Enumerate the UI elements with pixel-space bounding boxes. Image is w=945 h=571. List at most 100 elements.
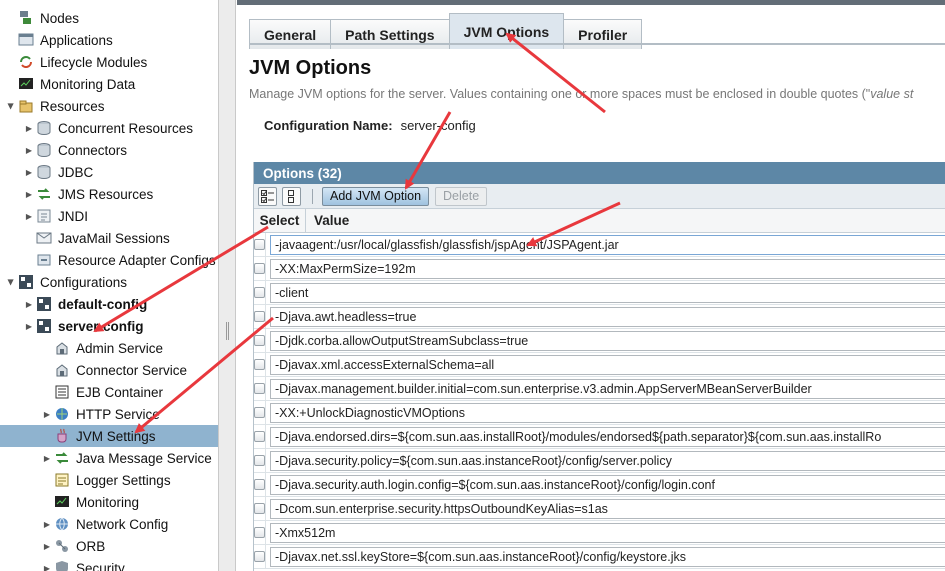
jvm-option-input[interactable]: -Djava.endorsed.dirs=${com.sun.aas.insta… [270,426,945,447]
row-select-checkbox[interactable] [254,383,265,394]
tree-item[interactable]: Admin Service [0,337,218,359]
tree-item-label: Resource Adapter Configs [58,252,216,268]
expand-toggle-icon[interactable]: ▶ [42,542,52,551]
expand-toggle-icon[interactable]: ▶ [7,101,16,111]
tree-item[interactable]: ▶ server-config [0,315,218,337]
row-select-checkbox[interactable] [254,239,265,250]
row-select-checkbox[interactable] [254,263,265,274]
jvm-option-input[interactable]: -javaagent:/usr/local/glassfish/glassfis… [270,234,945,255]
security-icon [54,560,70,571]
tree-item[interactable]: Lifecycle Modules [0,51,218,73]
row-select-checkbox[interactable] [254,335,265,346]
tree-item[interactable]: Logger Settings [0,469,218,491]
row-select-checkbox[interactable] [254,311,265,322]
expand-toggle-icon[interactable]: ▶ [42,520,52,529]
splitter-handle[interactable] [218,0,236,571]
tree-item-label: Nodes [40,10,80,26]
tree-item-label: JNDI [58,208,88,224]
expand-toggle-icon[interactable]: ▶ [24,124,34,133]
row-select-checkbox[interactable] [254,479,265,490]
tree-item[interactable]: ▶ default-config [0,293,218,315]
jvm-icon [54,428,70,444]
row-select-checkbox[interactable] [254,407,265,418]
tree-item[interactable]: ▶ Resources [0,95,218,117]
jvm-option-input[interactable]: -XX:+UnlockDiagnosticVMOptions [270,402,945,423]
tree-item[interactable]: Nodes [0,7,218,29]
expand-toggle-icon[interactable]: ▶ [24,190,34,199]
expand-toggle-icon[interactable]: ▶ [42,564,52,571]
monitoring-icon [54,494,70,510]
table-row: -XX:+UnlockDiagnosticVMOptions [254,401,945,425]
tree-item[interactable]: JVM Settings [0,425,218,447]
tree-item[interactable]: ▶ Security [0,557,218,571]
deselect-all-button[interactable] [282,186,301,206]
tree-item[interactable]: Applications [0,29,218,51]
tree-item[interactable]: Monitoring Data [0,73,218,95]
delete-button[interactable]: Delete [435,186,488,206]
tree-item[interactable]: EJB Container [0,381,218,403]
database-icon [36,120,52,136]
jvm-option-input[interactable]: -Djavax.xml.accessExternalSchema=all [270,354,945,375]
tree-item[interactable]: Monitoring [0,491,218,513]
value-cell: -javaagent:/usr/local/glassfish/glassfis… [266,233,945,256]
expand-toggle-icon[interactable]: ▶ [24,168,34,177]
select-column-header[interactable]: Select [254,209,306,232]
add-jvm-option-button[interactable]: Add JVM Option [322,186,430,206]
row-select-checkbox[interactable] [254,551,265,562]
jvm-option-input[interactable]: -Djavax.net.ssl.keyStore=${com.sun.aas.i… [270,546,945,567]
row-select-checkbox[interactable] [254,431,265,442]
select-all-button[interactable] [258,186,277,206]
table-title: Options (32) [254,162,945,184]
jvm-option-input[interactable]: -Djava.security.auth.login.config=${com.… [270,474,945,495]
navigation-tree: Nodes Applications Lifecycle Modules Monito… [0,0,218,571]
jvm-option-input[interactable]: -client [270,282,945,303]
jvm-option-input[interactable]: -Xmx512m [270,522,945,543]
splitter-grip[interactable] [226,322,229,340]
jvm-option-input[interactable]: -Djava.awt.headless=true [270,306,945,327]
tree-item-label: Concurrent Resources [58,120,194,136]
tree-item[interactable]: ▶ Concurrent Resources [0,117,218,139]
expand-toggle-icon[interactable]: ▶ [24,146,34,155]
expand-toggle-icon[interactable]: ▶ [24,300,34,309]
row-select-checkbox[interactable] [254,527,265,538]
jvm-option-input[interactable]: -Djdk.corba.allowOutputStreamSubclass=tr… [270,330,945,351]
tree-item[interactable]: Connector Service [0,359,218,381]
logger-icon [54,472,70,488]
expand-toggle-icon[interactable]: ▶ [42,454,52,463]
table-row: -Djavax.xml.accessExternalSchema=all [254,353,945,377]
tree-item[interactable]: ▶ Network Config [0,513,218,535]
jvm-option-input[interactable]: -Dcom.sun.enterprise.security.httpsOutbo… [270,498,945,519]
tree-item[interactable]: ▶ ORB [0,535,218,557]
tree-item[interactable]: ▶ JNDI [0,205,218,227]
expand-toggle-icon[interactable]: ▶ [7,277,16,287]
tree-item[interactable]: JavaMail Sessions [0,227,218,249]
tree-item[interactable]: ▶ Connectors [0,139,218,161]
database-icon [36,164,52,180]
expand-toggle-icon[interactable]: ▶ [24,212,34,221]
jvm-option-input[interactable]: -XX:MaxPermSize=192m [270,258,945,279]
table-row: -Djava.awt.headless=true [254,305,945,329]
value-column-header[interactable]: Value [306,209,945,232]
page-title: JVM Options [249,57,372,79]
table-row: -Djava.endorsed.dirs=${com.sun.aas.insta… [254,425,945,449]
expand-toggle-icon[interactable]: ▶ [24,322,34,331]
tree-item[interactable]: Resource Adapter Configs [0,249,218,271]
mail-icon [36,230,52,246]
help-text-emphasis: value st [870,87,914,101]
value-cell: -Dcom.sun.enterprise.security.httpsOutbo… [266,497,945,520]
tree-item-label: JMS Resources [58,186,154,202]
tree-item[interactable]: ▶ Java Message Service [0,447,218,469]
row-select-checkbox[interactable] [254,359,265,370]
jvm-option-input[interactable]: -Djavax.management.builder.initial=com.s… [270,378,945,399]
row-select-checkbox[interactable] [254,287,265,298]
tree-item[interactable]: ▶ JMS Resources [0,183,218,205]
select-all-icon [261,189,274,203]
tree-item[interactable]: ▶ HTTP Service [0,403,218,425]
row-select-checkbox[interactable] [254,503,265,514]
jvm-option-input[interactable]: -Djava.security.policy=${com.sun.aas.ins… [270,450,945,471]
expand-toggle-icon[interactable]: ▶ [42,410,52,419]
tree-item[interactable]: ▶ Configurations [0,271,218,293]
row-select-checkbox[interactable] [254,455,265,466]
http-icon [54,406,70,422]
tree-item[interactable]: ▶ JDBC [0,161,218,183]
